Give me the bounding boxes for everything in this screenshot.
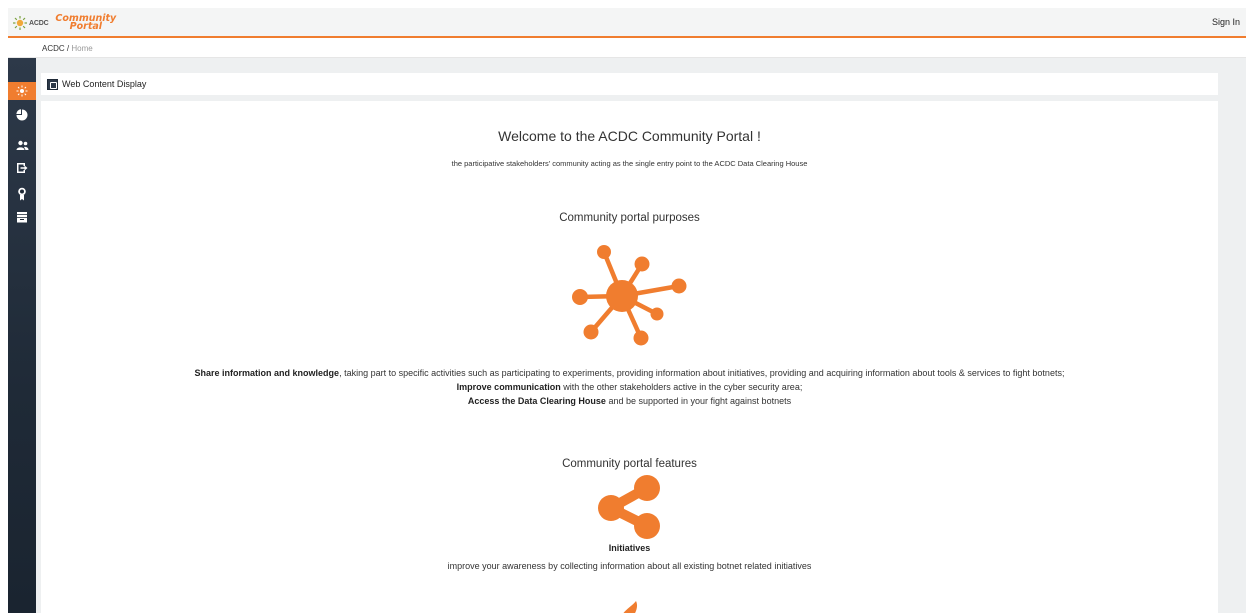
- feature-initiatives-description: improve your awareness by collecting inf…: [447, 561, 812, 571]
- award-icon: [18, 187, 26, 201]
- purpose-heading: Access the Data Clearing House: [467, 396, 606, 406]
- feature-initiatives-title[interactable]: Initiatives: [41, 543, 1218, 553]
- users-icon: [16, 140, 28, 150]
- left-sidebar: [8, 58, 36, 613]
- purposes-list: Share information and knowledge, taking …: [41, 366, 1218, 408]
- breadcrumb: ACDC / Home: [42, 44, 93, 53]
- page: ACDC Community Portal Sign In ACDC / Hom…: [0, 0, 1246, 613]
- logo-acdc-text: ACDC: [29, 19, 49, 27]
- features-title: Community portal features: [562, 458, 697, 470]
- welcome-title: Welcome to the ACDC Community Portal !: [498, 128, 761, 144]
- pie-chart-icon: [16, 109, 28, 121]
- purposes-title: Community portal purposes: [559, 212, 700, 224]
- purpose-heading: Share information and knowledge: [194, 368, 340, 378]
- sidebar-item-home[interactable]: [8, 82, 36, 100]
- portlet-title: Web Content Display: [62, 79, 147, 89]
- purpose-heading: Improve communication: [456, 382, 561, 392]
- breadcrumb-root-link[interactable]: ACDC: [42, 44, 65, 53]
- purpose-item: Share information and knowledge, taking …: [41, 366, 1218, 380]
- purpose-text: with the other stakeholders active in th…: [560, 382, 803, 392]
- breadcrumb-bar: ACDC / Home: [8, 40, 1246, 58]
- top-header: ACDC Community Portal Sign In: [8, 8, 1246, 38]
- breadcrumb-current: Home: [71, 44, 93, 53]
- logo-portal-text: Community Portal: [55, 14, 116, 32]
- purpose-text: , taking part to specific activities suc…: [339, 368, 1065, 378]
- sidebar-item-community[interactable]: [8, 136, 36, 154]
- logo-line-2: Portal: [69, 21, 103, 32]
- welcome-subtitle: the participative stakeholders' communit…: [451, 159, 808, 168]
- portlet-header: Web Content Display: [41, 73, 1218, 95]
- sidebar-item-awards[interactable]: [8, 185, 36, 203]
- web-content-icon: [47, 78, 58, 90]
- archive-icon: [17, 212, 27, 223]
- sign-in-link[interactable]: Sign In: [1212, 17, 1240, 27]
- sidebar-item-archive[interactable]: [8, 208, 36, 226]
- sign-in-icon: [17, 163, 28, 173]
- purpose-item: Access the Data Clearing House and be su…: [41, 394, 1218, 408]
- web-content-panel: Welcome to the ACDC Community Portal ! t…: [41, 101, 1218, 613]
- sidebar-item-login[interactable]: [8, 159, 36, 177]
- logo-sun-icon: [13, 16, 27, 30]
- network-hub-icon: [572, 245, 687, 346]
- flame-icon: [623, 601, 638, 613]
- site-logo[interactable]: ACDC Community Portal: [12, 11, 116, 35]
- share-icon: [598, 475, 660, 539]
- purpose-text: and be supported in your fight against b…: [605, 396, 792, 406]
- purpose-item: Improve communication with the other sta…: [41, 380, 1218, 394]
- sun-icon: [16, 85, 28, 97]
- sidebar-item-statistics[interactable]: [8, 106, 36, 124]
